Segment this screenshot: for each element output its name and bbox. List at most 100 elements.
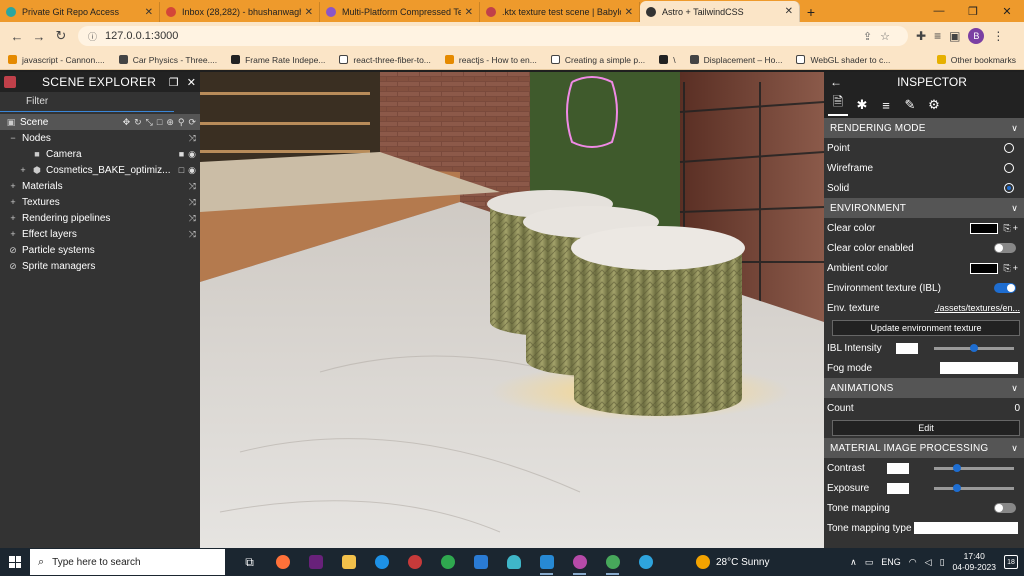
bounding-box-icon[interactable]: □ <box>157 117 162 128</box>
browser-tab-0[interactable]: Private Git Repo Access ✕ <box>0 2 160 22</box>
settings-tab-icon[interactable]: ⚙ <box>924 94 944 116</box>
expand-all-icon[interactable]: ⤨ <box>189 229 196 240</box>
rotate-gizmo-icon[interactable]: ↻ <box>134 117 142 128</box>
exposure-value[interactable] <box>887 482 910 494</box>
file-explorer-icon[interactable] <box>332 548 365 576</box>
reload-icon[interactable]: ↻ <box>50 28 72 44</box>
bookmark-item[interactable]: javascript - Cannon.... <box>8 55 105 65</box>
other-bookmarks[interactable]: Other bookmarks <box>936 55 1016 65</box>
close-icon[interactable]: ✕ <box>990 0 1024 22</box>
exposure-slider[interactable] <box>934 483 1014 492</box>
copy-icon[interactable]: ⎘ <box>1004 223 1011 234</box>
bookmark-item[interactable]: Displacement – Ho... <box>689 55 782 65</box>
marker-icon[interactable]: ⚲ <box>178 117 185 128</box>
expand-all-icon[interactable]: ⤨ <box>189 213 196 224</box>
wireframe-radio[interactable] <box>1004 163 1014 173</box>
sidepanel-icon[interactable]: ▣ <box>949 29 960 43</box>
copy-icon[interactable]: ⎘ <box>1004 263 1011 274</box>
share-star-icons[interactable]: ⇪☆ <box>863 30 898 43</box>
slider-knob[interactable] <box>953 483 962 492</box>
point-row[interactable]: Point <box>824 138 1024 158</box>
battery-icon[interactable]: ▯ <box>940 557 945 568</box>
bookmark-item[interactable]: Creating a simple p... <box>550 55 645 65</box>
tree-mesh[interactable]: + ⬢ Cosmetics_BAKE_optimiz... □ ◉ <box>0 162 200 178</box>
active-camera-icon[interactable]: ■ <box>179 149 184 160</box>
weather-widget[interactable]: 28°C Sunny <box>696 555 769 569</box>
browser-tab-2[interactable]: Multi-Platform Compressed Text ✕ <box>320 2 480 22</box>
network-icon[interactable]: ▭ <box>865 557 874 568</box>
contrast-value[interactable] <box>886 462 909 474</box>
tree-textures[interactable]: + Textures ⤨ <box>0 194 200 210</box>
menu-icon[interactable]: ⋮ <box>992 29 1004 43</box>
tree-scene[interactable]: ▣ Scene ✥ ↻ ⤡ □ ⊕ ⚲ ⟳ <box>0 114 200 130</box>
image-processing-section[interactable]: MATERIAL IMAGE PROCESSING ∨ <box>824 438 1024 458</box>
browser-tab-1[interactable]: Inbox (28,282) - bhushanwagh6€ ✕ <box>160 2 320 22</box>
fog-mode-select[interactable] <box>940 362 1018 374</box>
ibl-intensity-value[interactable] <box>895 342 918 354</box>
notifications-icon[interactable]: 18 <box>1004 555 1018 569</box>
bookmark-item[interactable]: WebGL shader to c... <box>796 55 890 65</box>
visibility-eye-icon[interactable]: ◉ <box>188 149 196 160</box>
docker-icon[interactable] <box>365 548 398 576</box>
tree-camera[interactable]: ■ Camera ■ ◉ <box>0 146 200 162</box>
scale-gizmo-icon[interactable]: ⤡ <box>146 117 153 128</box>
tree-rendering-pipelines[interactable]: + Rendering pipelines ⤨ <box>0 210 200 226</box>
taskbar-search-input[interactable]: ⌕ Type here to search <box>30 549 225 575</box>
tree-particle-systems[interactable]: ⊘ Particle systems <box>0 242 200 258</box>
expand-plus-icon[interactable]: + <box>1013 263 1018 273</box>
tone-mapping-toggle[interactable] <box>994 503 1016 513</box>
expand-all-icon[interactable]: ⤨ <box>189 197 196 208</box>
filter-input[interactable]: Filter <box>0 92 174 112</box>
env-texture-ibl-toggle[interactable] <box>994 283 1016 293</box>
chrome-alt-icon[interactable] <box>596 548 629 576</box>
clock[interactable]: 17:40 04-09-2023 <box>953 551 996 573</box>
browser-tab-3[interactable]: .ktx texture test scene | Babylon.j ✕ <box>480 2 640 22</box>
task-view-icon[interactable]: ⧉ <box>233 548 266 576</box>
tab-close-icon[interactable]: ✕ <box>625 7 633 18</box>
bookmark-item[interactable]: \ <box>659 55 676 65</box>
start-button[interactable] <box>0 556 30 568</box>
animations-section[interactable]: ANIMATIONS ∨ <box>824 378 1024 398</box>
slider-knob[interactable] <box>953 463 962 472</box>
profile-avatar[interactable]: B <box>968 28 985 44</box>
expand-all-icon[interactable]: ⤨ <box>189 133 196 144</box>
rendering-mode-section[interactable]: RENDERING MODE ∨ <box>824 118 1024 138</box>
env-texture-link[interactable]: ./assets/textures/en... <box>934 303 1020 313</box>
close-icon[interactable]: ✕ <box>187 76 196 89</box>
bookmark-item[interactable]: react-three-fiber-to... <box>339 55 431 65</box>
tab-close-icon[interactable]: ✕ <box>465 7 473 18</box>
firefox-icon[interactable] <box>266 548 299 576</box>
url-input[interactable]: ⓘ 127.0.0.1:3000 ⇪☆ <box>78 26 908 46</box>
expand-icon[interactable]: + <box>8 213 18 223</box>
expand-icon[interactable]: + <box>18 165 28 175</box>
tab-close-icon[interactable]: ✕ <box>145 7 153 18</box>
tree-sprite-managers[interactable]: ⊘ Sprite managers <box>0 258 200 274</box>
tree-materials[interactable]: + Materials ⤨ <box>0 178 200 194</box>
environment-section[interactable]: ENVIRONMENT ∨ <box>824 198 1024 218</box>
statistics-tab-icon[interactable]: ≡ <box>876 94 896 116</box>
volume-icon[interactable]: ◁ <box>925 557 932 568</box>
bookmark-item[interactable]: reactjs - How to en... <box>444 55 537 65</box>
back-icon[interactable]: ← <box>6 29 28 44</box>
bookmark-item[interactable]: Car Physics - Three.... <box>118 55 217 65</box>
expand-plus-icon[interactable]: + <box>1013 223 1018 233</box>
properties-tab-icon[interactable]: 🗎 <box>828 94 848 116</box>
tray-chevron-icon[interactable]: ∧ <box>850 557 857 568</box>
clear-color-enabled-toggle[interactable] <box>994 243 1016 253</box>
minimize-icon[interactable]: — <box>922 0 956 22</box>
cloud-icon[interactable] <box>497 548 530 576</box>
help-icon[interactable] <box>629 548 662 576</box>
bounding-box-icon[interactable]: □ <box>179 165 184 176</box>
bookmark-item[interactable]: Frame Rate Indepe... <box>231 55 325 65</box>
tab-search-icon[interactable]: ≡ <box>934 29 941 43</box>
wifi-icon[interactable]: ◠ <box>909 557 917 568</box>
new-tab-button[interactable]: + <box>800 2 822 22</box>
point-radio[interactable] <box>1004 143 1014 153</box>
update-environment-texture-button[interactable]: Update environment texture <box>832 320 1020 336</box>
visual-studio-icon[interactable] <box>299 548 332 576</box>
chrome-icon[interactable] <box>431 548 464 576</box>
app-icon[interactable] <box>398 548 431 576</box>
tone-mapping-type-select[interactable] <box>914 522 1018 534</box>
forward-icon[interactable]: → <box>28 29 50 44</box>
tree-effect-layers[interactable]: + Effect layers ⤨ <box>0 226 200 242</box>
